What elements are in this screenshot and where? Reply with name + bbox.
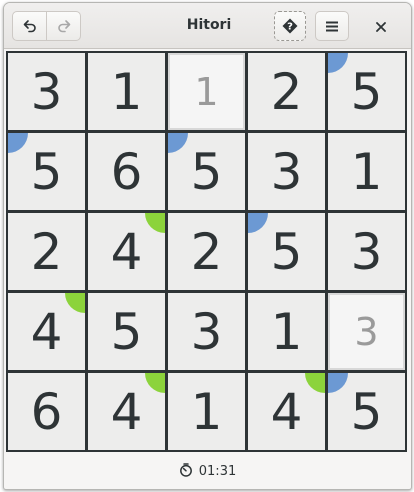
cell-number: 3 bbox=[190, 302, 223, 361]
cell-number: 4 bbox=[270, 382, 303, 441]
cell-number: 4 bbox=[30, 302, 63, 361]
menu-button[interactable] bbox=[315, 11, 349, 41]
board-cell[interactable]: 3 bbox=[328, 293, 405, 370]
elapsed-time: 01:31 bbox=[198, 464, 237, 479]
board-cell[interactable]: 2 bbox=[248, 53, 325, 130]
hamburger-menu-icon bbox=[326, 21, 338, 32]
board-cell[interactable]: 4 bbox=[88, 213, 165, 290]
board-cell[interactable]: 6 bbox=[8, 373, 85, 450]
window-title: Hitori bbox=[186, 17, 232, 33]
cell-number: 1 bbox=[190, 382, 223, 441]
board-cell[interactable]: 4 bbox=[88, 373, 165, 450]
cell-number: 6 bbox=[110, 142, 143, 201]
board-cell[interactable]: 1 bbox=[248, 293, 325, 370]
svg-text:?: ? bbox=[287, 22, 293, 33]
cell-number: 2 bbox=[30, 222, 63, 281]
redo-icon bbox=[57, 19, 71, 33]
board-cell[interactable]: 5 bbox=[248, 213, 325, 290]
board-cell[interactable]: 1 bbox=[168, 373, 245, 450]
board-cell[interactable]: 5 bbox=[328, 53, 405, 130]
undo-button[interactable] bbox=[12, 11, 47, 41]
board-cell[interactable]: 4 bbox=[248, 373, 325, 450]
hint-icon: ? bbox=[282, 18, 298, 34]
cell-number: 1 bbox=[350, 142, 383, 201]
board-cell[interactable]: 2 bbox=[168, 213, 245, 290]
cell-number: 3 bbox=[350, 222, 383, 281]
cell-number: 2 bbox=[190, 222, 223, 281]
board-cell[interactable]: 5 bbox=[328, 373, 405, 450]
hitori-board: 3112556531242534531364145 bbox=[6, 51, 407, 452]
board-cell[interactable]: 4 bbox=[8, 293, 85, 370]
board-cell[interactable]: 6 bbox=[88, 133, 165, 210]
cell-number: 1 bbox=[270, 302, 303, 361]
hint-button[interactable]: ? bbox=[274, 11, 306, 41]
cell-number: 5 bbox=[350, 382, 383, 441]
cell-number: 1 bbox=[194, 69, 219, 114]
cell-number: 5 bbox=[110, 302, 143, 361]
board-cell[interactable]: 5 bbox=[88, 293, 165, 370]
cell-number: 4 bbox=[110, 382, 143, 441]
cell-number: 3 bbox=[270, 142, 303, 201]
undo-icon bbox=[23, 19, 37, 33]
board-cell[interactable]: 2 bbox=[8, 213, 85, 290]
close-button[interactable] bbox=[366, 11, 396, 41]
cell-number: 3 bbox=[354, 309, 379, 354]
cell-number: 4 bbox=[110, 222, 143, 281]
hitori-window: Hitori ? 3 1 1 2 5 5 6 5 3 1 2 4 2 5 3 4… bbox=[3, 2, 412, 490]
cell-number: 1 bbox=[110, 62, 143, 121]
board-cell[interactable]: 3 bbox=[328, 213, 405, 290]
cell-number: 5 bbox=[190, 142, 223, 201]
redo-button[interactable] bbox=[46, 11, 81, 41]
board-cell[interactable]: 1 bbox=[88, 53, 165, 130]
cell-number: 5 bbox=[30, 142, 63, 201]
cell-number: 5 bbox=[270, 222, 303, 281]
board-cell[interactable]: 3 bbox=[248, 133, 325, 210]
header-bar: Hitori ? bbox=[4, 3, 411, 49]
cell-number: 2 bbox=[270, 62, 303, 121]
board-cell[interactable]: 5 bbox=[168, 133, 245, 210]
cell-number: 5 bbox=[350, 62, 383, 121]
close-icon bbox=[376, 17, 386, 36]
board-cell[interactable]: 1 bbox=[168, 53, 245, 130]
board-cell[interactable]: 3 bbox=[8, 53, 85, 130]
status-bar: 01:31 bbox=[4, 454, 411, 489]
board-cell[interactable]: 3 bbox=[168, 293, 245, 370]
stopwatch-icon bbox=[179, 462, 193, 481]
board-cell[interactable]: 5 bbox=[8, 133, 85, 210]
cell-number: 3 bbox=[30, 62, 63, 121]
cell-number: 6 bbox=[30, 382, 63, 441]
board-cell[interactable]: 1 bbox=[328, 133, 405, 210]
